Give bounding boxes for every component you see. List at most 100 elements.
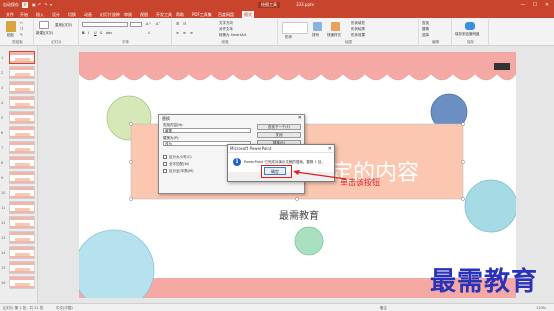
save-icon[interactable]: ▣ bbox=[32, 2, 36, 7]
close-window-button[interactable]: ✕ bbox=[542, 1, 552, 9]
watermark-text: 最需教育 bbox=[430, 267, 539, 297]
autosave-label[interactable]: 自动保存 bbox=[3, 2, 19, 8]
font-size-box[interactable] bbox=[130, 22, 142, 27]
find-next-button[interactable]: 查找下一个(F) bbox=[257, 124, 301, 130]
strikethrough-icon[interactable]: abc bbox=[106, 31, 112, 35]
slide-thumbnail[interactable] bbox=[9, 96, 35, 109]
align-center-icon[interactable]: ≡ bbox=[183, 31, 186, 35]
arrange-icon[interactable] bbox=[313, 22, 322, 31]
message-box-close-icon[interactable]: ✕ bbox=[328, 146, 332, 152]
slide-thumbnail[interactable] bbox=[9, 186, 35, 199]
arrange-button[interactable]: 排列 bbox=[312, 33, 319, 38]
close-dialog-button[interactable]: 关闭 bbox=[257, 132, 301, 138]
slide-thumbnail[interactable] bbox=[9, 111, 35, 124]
whole-word-checkbox[interactable] bbox=[163, 162, 167, 166]
align-left-icon[interactable]: ≡ bbox=[176, 31, 179, 35]
numbering-icon[interactable]: ☷ bbox=[183, 22, 186, 26]
font-name-box[interactable] bbox=[82, 22, 128, 27]
slide-thumbnail[interactable] bbox=[9, 51, 35, 64]
slide-thumbnail[interactable] bbox=[9, 231, 35, 244]
tab-transitions[interactable]: 切换 bbox=[66, 11, 78, 18]
group-drawing: 形状 排列 快速样式 形状填充 形状轮廓 形状效果 绘图 bbox=[279, 19, 419, 45]
bullets-icon[interactable]: ☰ bbox=[176, 22, 179, 26]
tab-review[interactable]: 审阅 bbox=[122, 11, 134, 18]
group-font: A^ Aˇ B I U S abc A 字体 bbox=[80, 19, 172, 45]
align-text-button[interactable]: 对齐文本 bbox=[219, 27, 233, 32]
notes-button[interactable]: 备注 bbox=[380, 306, 387, 311]
slide-thumbnail[interactable] bbox=[9, 171, 35, 184]
tab-help[interactable]: 帮助 bbox=[174, 11, 186, 18]
paste-icon[interactable] bbox=[6, 21, 16, 32]
match-case-checkbox[interactable] bbox=[163, 155, 167, 159]
autosave-toggle[interactable]: 关 bbox=[22, 2, 28, 8]
convert-smartart-button[interactable]: 转换为 SmartArt bbox=[219, 33, 246, 38]
text-direction-button[interactable]: 文字方向 bbox=[219, 21, 233, 26]
shadow-icon[interactable]: S bbox=[100, 31, 102, 35]
tab-slideshow[interactable]: 幻灯片放映 bbox=[98, 11, 122, 18]
tab-developer[interactable]: 开发工具 bbox=[154, 11, 174, 18]
find-what-input[interactable]: 最需 bbox=[163, 128, 251, 133]
slide-thumbnail[interactable] bbox=[9, 66, 35, 79]
save-to-baidu-button[interactable]: 保存到百度网盘 bbox=[455, 32, 480, 37]
find-button[interactable]: 查找 bbox=[422, 21, 429, 26]
shape-fill-button[interactable]: 形状填充 bbox=[351, 21, 365, 26]
grow-font-icon[interactable]: A^ bbox=[146, 22, 151, 26]
slide-thumbnail[interactable] bbox=[9, 126, 35, 139]
cut-icon[interactable]: ✂ bbox=[20, 21, 23, 25]
zoom-level[interactable]: 110% bbox=[536, 306, 546, 310]
italic-icon[interactable]: I bbox=[88, 31, 89, 35]
tab-file[interactable]: 文件 bbox=[4, 11, 16, 18]
slide-thumbnail[interactable] bbox=[9, 156, 35, 169]
font-color-icon[interactable]: A bbox=[148, 31, 150, 35]
slide-thumbnails-pane[interactable]: 1 2 3 4 5 6 7 8 9 10 11 12 13 14 15 16 bbox=[0, 47, 38, 303]
tab-design[interactable]: 设计 bbox=[50, 11, 62, 18]
reuse-slides-button[interactable]: 重用幻灯片 bbox=[55, 23, 73, 28]
shape-effects-button[interactable]: 形状效果 bbox=[351, 33, 365, 38]
half-full-width-checkbox[interactable] bbox=[163, 169, 167, 173]
redo-icon[interactable]: ↷ bbox=[44, 2, 47, 7]
tab-insert[interactable]: 插入 bbox=[34, 11, 46, 18]
slide-thumbnail[interactable] bbox=[9, 246, 35, 259]
shrink-font-icon[interactable]: Aˇ bbox=[156, 22, 160, 26]
copy-icon[interactable]: ❐ bbox=[20, 27, 23, 31]
paste-button[interactable]: 粘贴 bbox=[7, 33, 14, 38]
slide-counter: 幻灯片 第 1 张，共 21 张 bbox=[3, 305, 44, 310]
quick-styles-icon[interactable] bbox=[331, 22, 340, 31]
minimize-button[interactable]: — bbox=[518, 1, 528, 9]
group-label-clipboard: 剪贴板 bbox=[12, 40, 23, 44]
quick-access-more-icon[interactable]: ▾ bbox=[50, 2, 52, 7]
tab-format[interactable]: 格式 bbox=[242, 11, 254, 18]
undo-icon[interactable]: ↶ bbox=[38, 2, 41, 7]
slide-subtitle[interactable]: 最需教育 bbox=[269, 207, 329, 222]
format-painter-icon[interactable]: ✎ bbox=[20, 33, 23, 37]
thumbnail-number: 9 bbox=[1, 176, 4, 180]
shape-outline-button[interactable]: 形状轮廓 bbox=[351, 27, 365, 32]
select-button[interactable]: 选择 bbox=[422, 33, 429, 38]
slide-thumbnail[interactable] bbox=[9, 216, 35, 229]
quick-styles-button[interactable]: 快速样式 bbox=[327, 33, 341, 38]
tab-home[interactable]: 开始 bbox=[18, 11, 30, 18]
new-slide-icon[interactable] bbox=[39, 21, 49, 29]
tab-view[interactable]: 视图 bbox=[138, 11, 150, 18]
slide-thumbnail[interactable] bbox=[9, 201, 35, 214]
maximize-button[interactable]: ☐ bbox=[530, 1, 540, 9]
slide-thumbnail[interactable] bbox=[9, 261, 35, 274]
underline-icon[interactable]: U bbox=[94, 31, 97, 35]
slide-thumbnail[interactable] bbox=[9, 81, 35, 94]
new-slide-button[interactable]: 新建幻灯片 bbox=[36, 31, 54, 36]
slide-thumbnail[interactable] bbox=[9, 276, 35, 289]
align-right-icon[interactable]: ≡ bbox=[190, 31, 193, 35]
shapes-gallery[interactable] bbox=[282, 22, 308, 34]
replace-button[interactable]: 替换 bbox=[422, 27, 429, 32]
tab-pdf[interactable]: PDF工具集 bbox=[190, 11, 214, 18]
message-box-title: Microsoft PowerPoint bbox=[228, 145, 334, 153]
baidu-cloud-icon[interactable] bbox=[465, 22, 475, 30]
language-indicator[interactable]: 中文(中国) bbox=[56, 306, 73, 311]
tab-baidu[interactable]: 百度网盘 bbox=[216, 11, 236, 18]
thumbnail-number: 16 bbox=[1, 281, 6, 285]
bold-icon[interactable]: B bbox=[82, 31, 85, 35]
slide-thumbnail[interactable] bbox=[9, 141, 35, 154]
group-paragraph: ☰ ☷ ≡ ≡ ≡ 文字方向 对齐文本 转换为 SmartArt 段落 bbox=[173, 19, 278, 45]
replace-dialog-close-icon[interactable]: ✕ bbox=[298, 115, 302, 121]
tab-animations[interactable]: 动画 bbox=[82, 11, 94, 18]
